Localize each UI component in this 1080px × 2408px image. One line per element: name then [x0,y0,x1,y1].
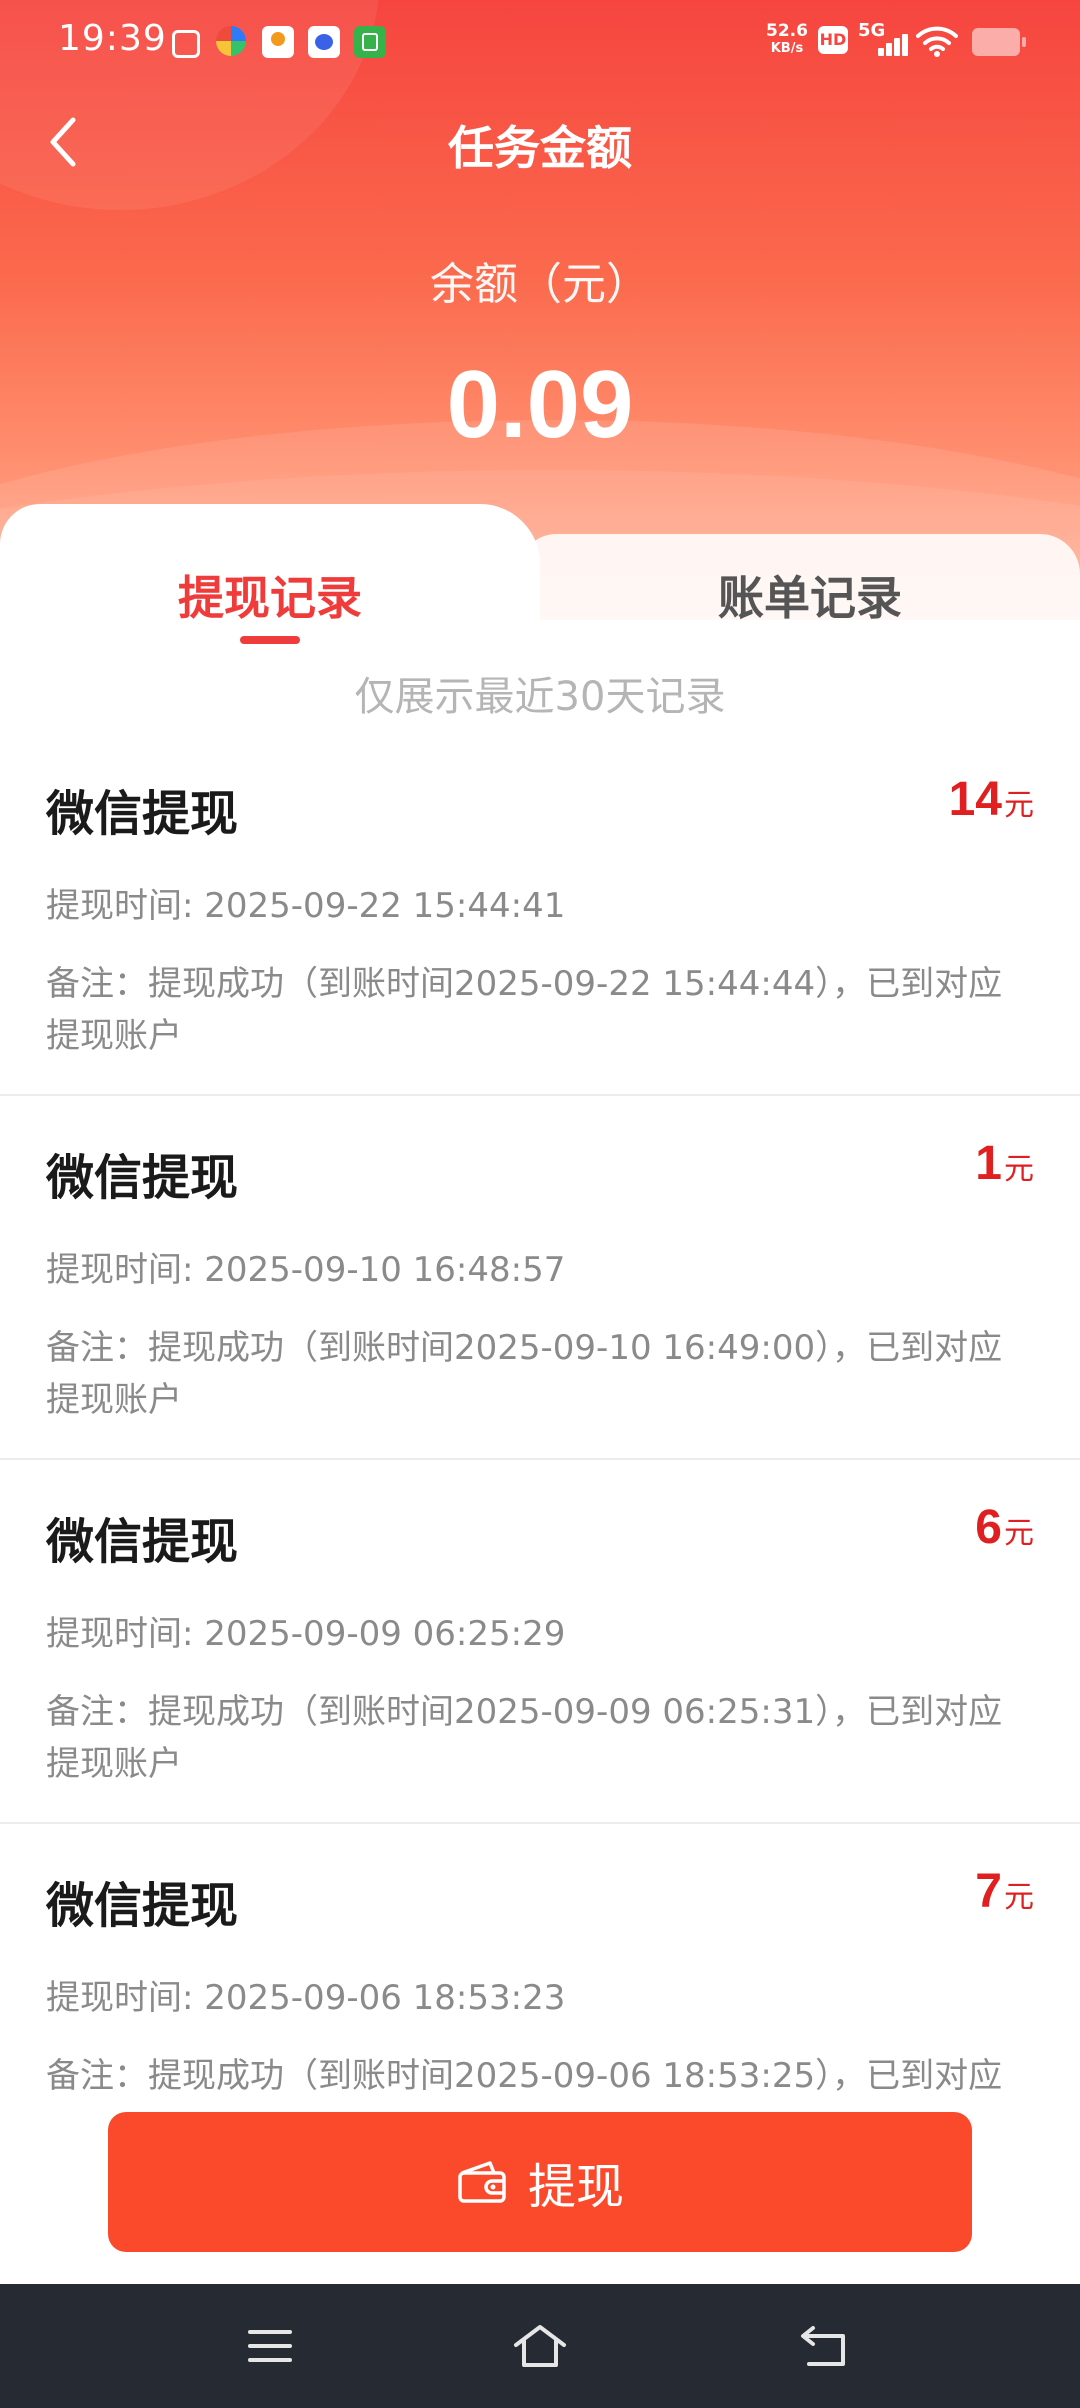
record-title: 微信提现 [46,1150,239,1206]
record-amount-value: 14 [948,773,1002,826]
menu-button[interactable] [240,2318,300,2374]
record-title: 微信提现 [46,786,239,842]
record-note: 备注：提现成功（到账时间2025-09-22 15:44:44），已到对应提现账… [46,964,1003,1056]
record-time: 提现时间: 2025-09-10 16:48:57 [46,1250,566,1290]
record-amount-unit: 元 [1004,789,1034,822]
status-time: 19:39 [58,18,167,59]
withdraw-record-list[interactable]: 微信提现 14元 提现时间: 2025-09-22 15:44:41 备注：提现… [0,732,1080,2110]
record-amount: 7元 [975,1864,1034,1919]
net-speed: 52.6 KB/s [766,22,808,58]
record-amount-value: 7 [975,1865,1002,1918]
back-nav-button[interactable] [794,2318,854,2374]
record-amount: 14元 [949,772,1034,827]
record-amount: 1元 [975,1136,1034,1191]
shopping-app-icon [262,26,294,58]
baidu-app-icon [308,26,340,58]
record-amount-value: 1 [975,1137,1002,1190]
record-amount-unit: 元 [1004,1881,1034,1914]
back-icon [801,2326,845,2366]
record-note: 备注：提现成功（到账时间2025-09-10 16:49:00），已到对应提现账… [46,1328,1003,1420]
record-amount-unit: 元 [1004,1517,1034,1550]
tab-bill-records-label[interactable]: 账单记录 [540,562,1080,628]
wallet-icon [458,2161,506,2203]
record-title: 微信提现 [46,1514,239,1570]
menu-icon [248,2330,292,2362]
record-time: 提现时间: 2025-09-09 06:25:29 [46,1614,566,1654]
tab-bar: 提现记录 账单记录 [0,504,1080,644]
browser-app-icon [216,26,246,56]
record-time: 提现时间: 2025-09-22 15:44:41 [46,886,566,926]
record-amount: 6元 [975,1500,1034,1555]
net-speed-value: 52.6 [766,21,808,41]
record-item: 微信提现 7元 提现时间: 2025-09-06 18:53:23 备注：提现成… [0,1824,1080,2110]
balance-label: 余额（元） [430,259,650,310]
signal-icon [872,28,908,56]
record-item: 微信提现 14元 提现时间: 2025-09-22 15:44:41 备注：提现… [0,732,1080,1096]
record-item: 微信提现 1元 提现时间: 2025-09-10 16:48:57 备注：提现成… [0,1096,1080,1460]
page-title: 任务金额 [448,121,632,175]
system-nav-bar [0,2284,1080,2408]
withdraw-button[interactable]: 提现 [108,2112,972,2252]
wifi-icon [916,26,958,57]
record-time: 提现时间: 2025-09-06 18:53:23 [46,1978,566,2018]
active-tab-indicator [240,636,300,644]
withdraw-bar: 提现 [0,2100,1080,2284]
battery-icon [972,28,1026,56]
record-amount-value: 6 [975,1501,1002,1554]
balance-value: 0.09 [446,351,634,458]
status-bar: 19:39 52.6 KB/s HD 5G [0,0,1080,84]
tv-app-icon [172,30,200,58]
record-note: 备注：提现成功（到账时间2025-09-09 06:25:31），已到对应提现账… [46,1692,1003,1784]
home-icon [514,2325,566,2367]
hd-badge: HD [818,26,848,54]
home-button[interactable] [510,2318,570,2374]
record-item: 微信提现 6元 提现时间: 2025-09-09 06:25:29 备注：提现成… [0,1460,1080,1824]
records-hint: 仅展示最近30天记录 [354,674,726,720]
tab-withdraw-records-label[interactable]: 提现记录 [0,562,540,628]
official-app-icon [354,26,386,58]
withdraw-button-label: 提现 [527,2159,624,2215]
record-amount-unit: 元 [1004,1153,1034,1186]
record-title: 微信提现 [46,1878,239,1934]
net-speed-unit: KB/s [770,41,804,56]
